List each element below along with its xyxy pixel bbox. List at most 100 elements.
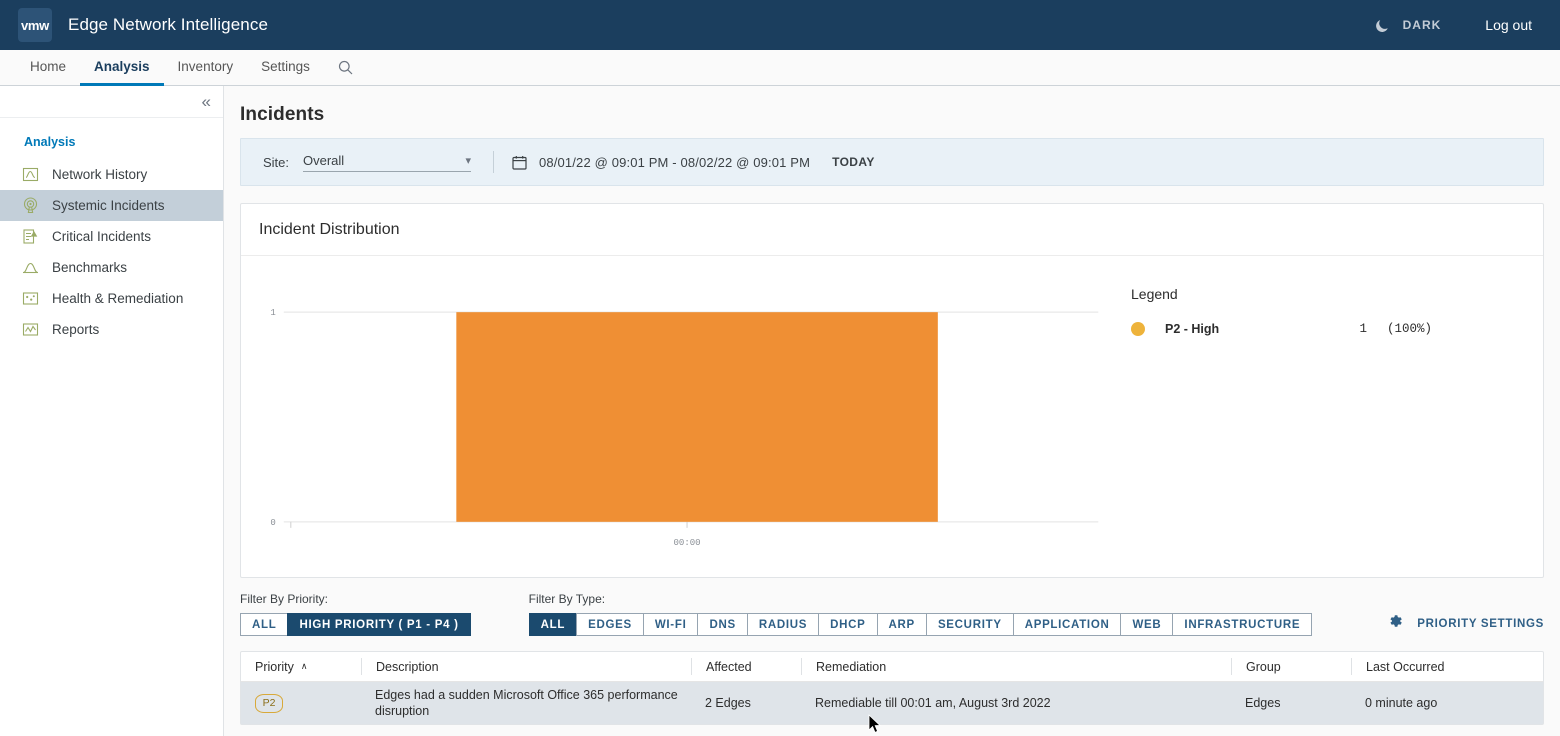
sidebar-item-label: Health & Remediation [52,291,184,306]
legend-item-percent: (100%) [1387,322,1433,336]
card-header: Incident Distribution [241,204,1543,256]
dark-mode-toggle[interactable]: DARK [1374,17,1442,34]
logo-text: vmw [20,17,49,33]
svg-text:0: 0 [270,517,275,528]
table-row[interactable]: P2 Edges had a sudden Microsoft Office 3… [241,682,1543,724]
reports-icon [22,321,39,338]
filter-by-priority-label: Filter By Priority: [240,592,329,606]
column-label: Priority [255,659,294,674]
legend-title: Legend [1131,286,1178,302]
type-filter-edges[interactable]: EDGES [576,613,644,636]
legend-color-swatch [1131,322,1145,336]
filters-row: Filter By Priority: ALL HIGH PRIORITY ( P… [240,592,1544,636]
cell-priority: P2 [241,693,361,713]
sidebar-header: « [0,86,223,118]
column-header-description[interactable]: Description [361,658,691,675]
sidebar-collapse-icon[interactable]: « [202,93,211,110]
sidebar: « Analysis Network History Systemic Inci… [0,86,224,736]
column-header-affected[interactable]: Affected [691,658,801,675]
cell-remediation: Remediable till 00:01 am, August 3rd 202… [815,696,1051,710]
table-header-row: Priority ∧ Description Affected Remediat… [241,652,1543,682]
priority-settings-label: PRIORITY SETTINGS [1417,617,1544,630]
gear-icon [1387,613,1403,634]
sidebar-item-health-remediation[interactable]: Health & Remediation [0,283,223,314]
main-nav: Home Analysis Inventory Settings [0,50,1560,86]
type-filter-security[interactable]: SECURITY [925,613,1014,636]
nav-item-analysis[interactable]: Analysis [80,50,164,86]
priority-filter-high-priority-p1-p4[interactable]: HIGH PRIORITY ( P1 - P4 ) [287,613,471,636]
sidebar-item-systemic-incidents[interactable]: Systemic Incidents [0,190,223,221]
app-title: Edge Network Intelligence [68,15,269,34]
column-header-priority[interactable]: Priority ∧ [241,658,361,675]
sidebar-section-title: Analysis [24,135,76,149]
priority-filter-all[interactable]: ALL [240,613,289,636]
page-title: Incidents [240,104,325,125]
legend-item-count: 1 [1359,322,1367,336]
cell-last-occurred: 0 minute ago [1365,696,1438,710]
critical-incidents-icon [22,228,39,245]
sort-ascending-icon: ∧ [300,661,308,671]
bar-chart[interactable]: 1 0 00:00 [241,256,1103,577]
incident-distribution-card: Incident Distribution 1 0 00:00 Legend P… [240,203,1544,578]
sidebar-item-network-history[interactable]: Network History [0,159,223,190]
health-remediation-icon [22,290,39,307]
priority-button-group: ALL HIGH PRIORITY ( P1 - P4 ) [240,613,471,636]
column-header-remediation[interactable]: Remediation [801,658,1231,675]
sidebar-item-benchmarks[interactable]: Benchmarks [0,252,223,283]
dark-mode-label: DARK [1402,18,1442,32]
filter-by-priority-group: Filter By Priority: ALL HIGH PRIORITY ( P… [240,592,471,636]
legend-item-p2-high[interactable]: P2 - High 1 (100%) [1131,322,1543,336]
type-filter-infrastructure[interactable]: INFRASTRUCTURE [1172,613,1313,636]
card-body: 1 0 00:00 Legend P2 - High 1 (100%) [241,256,1543,577]
column-header-last-occurred[interactable]: Last Occurred [1351,658,1543,675]
priority-settings-button[interactable]: PRIORITY SETTINGS [1387,613,1544,636]
logout-button[interactable]: Log out [1485,17,1532,33]
cell-group: Edges [1245,696,1281,710]
moon-icon [1374,17,1391,34]
cell-description: Edges had a sudden Microsoft Office 365 … [375,688,678,718]
type-filter-dhcp[interactable]: DHCP [818,613,878,636]
incidents-table: Priority ∧ Description Affected Remediat… [240,651,1544,725]
main-content: Incidents Site: Overall ▾ 08/01/22 @ 09:… [224,86,1560,736]
nav-item-inventory[interactable]: Inventory [164,50,248,86]
app-header: vmw Edge Network Intelligence DARK Log o… [0,0,1560,50]
today-button[interactable]: TODAY [832,155,875,169]
network-history-icon [22,166,39,183]
date-range-value[interactable]: 08/01/22 @ 09:01 PM - 08/02/22 @ 09:01 P… [539,155,810,170]
column-header-group[interactable]: Group [1231,658,1351,675]
chevron-down-icon: ▾ [465,154,472,167]
type-filter-all[interactable]: ALL [528,613,578,636]
svg-text:1: 1 [270,307,275,318]
type-filter-application[interactable]: APPLICATION [1012,613,1122,636]
divider [493,151,495,173]
search-icon[interactable] [324,50,367,85]
type-filter-arp[interactable]: ARP [876,613,927,636]
sidebar-item-label: Benchmarks [52,260,128,275]
sidebar-item-critical-incidents[interactable]: Critical Incidents [0,221,223,252]
cell-affected: 2 Edges [705,696,751,710]
site-label: Site: [263,154,290,170]
type-filter-web[interactable]: WEB [1120,613,1174,636]
systemic-incidents-icon [22,197,39,214]
sidebar-item-label: Critical Incidents [52,229,152,244]
type-filter-wi-fi[interactable]: WI-FI [642,613,699,636]
sidebar-item-label: Systemic Incidents [52,198,165,213]
type-filter-dns[interactable]: DNS [697,613,748,636]
sidebar-item-label: Reports [52,322,100,337]
nav-item-settings[interactable]: Settings [247,50,324,86]
filter-by-type-label: Filter By Type: [528,592,606,606]
benchmarks-icon [22,259,39,276]
header-actions: DARK Log out [1374,17,1542,34]
card-title: Incident Distribution [259,220,400,238]
legend-item-label: P2 - High [1165,322,1220,336]
site-select[interactable]: Overall ▾ [303,152,472,172]
status-badge: P2 [255,693,283,713]
site-select-value: Overall [303,152,345,168]
type-filter-radius[interactable]: RADIUS [746,613,820,636]
filter-by-type-group: Filter By Type: ALL EDGES WI-FI DNS RADIUS DH… [528,592,1313,636]
calendar-icon[interactable] [512,155,527,170]
nav-item-home[interactable]: Home [16,50,80,86]
chart-legend: Legend P2 - High 1 (100%) [1103,256,1543,577]
sidebar-item-reports[interactable]: Reports [0,314,223,345]
type-button-group: ALL EDGES WI-FI DNS RADIUS DHCP ARP SECURITY APP… [528,613,1313,636]
